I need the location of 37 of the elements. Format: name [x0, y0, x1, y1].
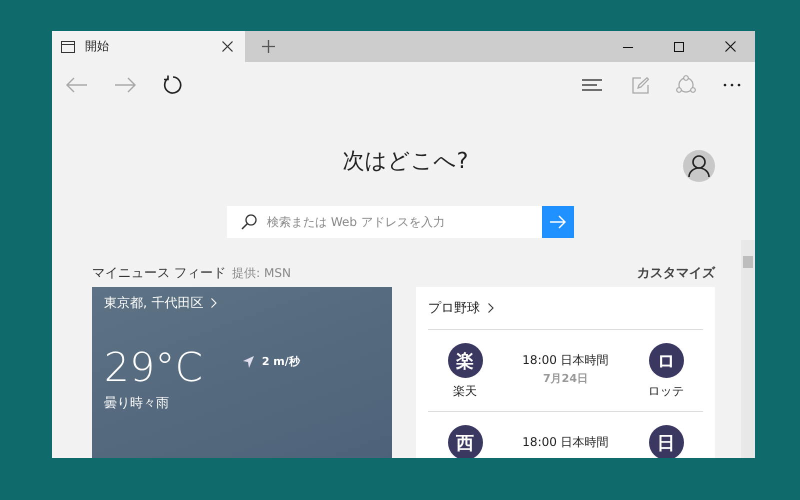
browser-tab[interactable]: 開始 — [52, 31, 245, 62]
team-logo: 西 — [448, 425, 482, 458]
weather-card[interactable]: 東京都, 千代田区 29°C 2 m/秒 曇り時々雨 — [92, 287, 392, 458]
scrollbar[interactable] — [741, 240, 755, 458]
weather-location[interactable]: 東京都, 千代田区 — [104, 294, 204, 312]
temperature: 29°C — [104, 346, 203, 390]
refresh-icon[interactable] — [162, 75, 182, 95]
search-field[interactable]: 検索または Web アドレスを入力 — [227, 206, 542, 238]
close-icon[interactable] — [725, 41, 736, 52]
maximize-icon[interactable] — [674, 42, 684, 52]
chevron-icon — [488, 303, 494, 313]
user-avatar-icon[interactable] — [683, 150, 715, 182]
chevron-icon — [211, 298, 218, 308]
hub-lines-icon[interactable] — [582, 79, 602, 91]
tab-page-icon — [61, 40, 75, 52]
wind-speed: 2 m/秒 — [262, 354, 300, 369]
page-heading: 次はどこへ? — [342, 148, 468, 174]
team-name: 楽天 — [453, 383, 477, 400]
go-button[interactable] — [542, 206, 574, 238]
customize-link[interactable]: カスタマイズ — [637, 264, 715, 282]
more-icon[interactable] — [723, 83, 741, 87]
feed-title: マイニュース フィード — [92, 265, 226, 282]
weather-condition: 曇り時々雨 — [104, 395, 170, 412]
feed-provider: 提供: MSN — [232, 265, 291, 282]
sports-title[interactable]: プロ野球 — [428, 299, 480, 317]
game-time: 18:00 日本時間 — [522, 352, 609, 369]
new-tab-icon[interactable] — [262, 40, 275, 53]
team-logo: 日 — [648, 425, 684, 458]
team-logo: ロ — [648, 343, 684, 378]
game-date: 7月24日 — [542, 371, 589, 386]
team-name: ロッテ — [648, 383, 684, 400]
game-time: 18:00 日本時間 — [522, 434, 609, 451]
sports-card[interactable]: プロ野球 楽 楽天 18:00 日本時間 7月24日 ロ ロッテ 西 18:00 日本時間 日 — [416, 287, 715, 458]
arrow-icon — [550, 215, 566, 229]
close-tab-icon[interactable] — [222, 41, 233, 52]
wind-direction-icon — [242, 356, 254, 368]
team-logo: 楽 — [448, 343, 482, 378]
